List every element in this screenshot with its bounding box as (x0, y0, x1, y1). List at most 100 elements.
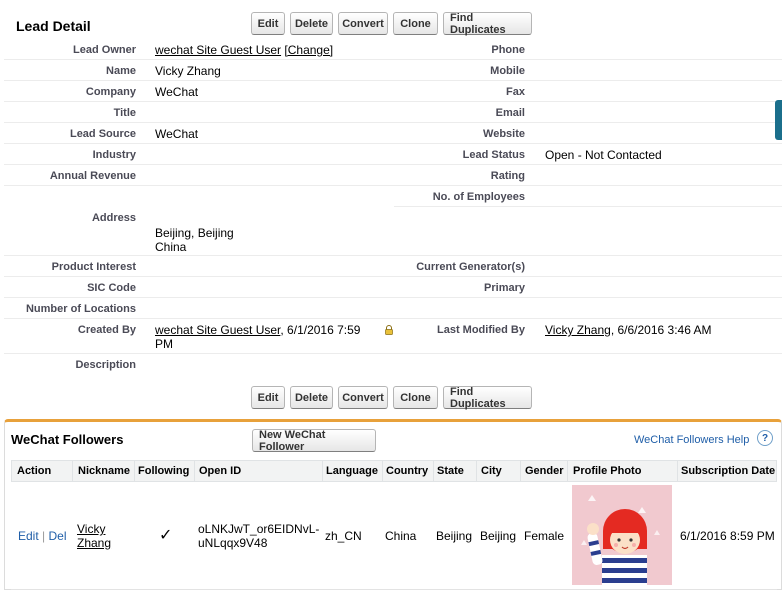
row-title: Title Email (4, 102, 782, 123)
email-label: Email (495, 107, 525, 119)
wechat-followers-title: WeChat Followers (11, 432, 124, 447)
following-checkmark-icon: ✓ (159, 527, 173, 544)
created-by-date-line2: PM (155, 337, 173, 351)
edit-button-bottom[interactable]: Edit (251, 386, 285, 409)
last-modified-value: Vicky Zhang, 6/6/2016 3:46 AM (545, 323, 712, 337)
fax-label: Fax (506, 86, 525, 98)
lead-owner-link[interactable]: wechat Site Guest User (155, 43, 281, 57)
current-generators-label: Current Generator(s) (416, 261, 525, 273)
top-button-row: Edit Delete Convert Clone Find Duplicate… (251, 12, 532, 36)
lead-owner-value: wechat Site Guest User [Change] (155, 43, 333, 57)
help-icon[interactable]: ? (757, 430, 773, 446)
side-panel-tab[interactable] (775, 100, 782, 140)
last-modified-label: Last Modified By (436, 324, 525, 336)
convert-button-bottom[interactable]: Convert (338, 386, 388, 409)
find-duplicates-button[interactable]: Find Duplicates (443, 12, 532, 36)
row-industry: Industry Lead Status Open - Not Contacte… (4, 144, 782, 165)
row-actions: Edit | Del (18, 529, 67, 543)
product-interest-label: Product Interest (51, 261, 136, 273)
nickname-line1[interactable]: Vicky (77, 522, 105, 536)
bottom-button-row: Edit Delete Convert Clone Find Duplicate… (251, 386, 532, 410)
employees-label: No. of Employees (432, 191, 525, 203)
country-cell: China (385, 529, 417, 543)
phone-label: Phone (491, 44, 525, 56)
gender-cell: Female (524, 529, 565, 543)
name-label: Name (106, 65, 136, 77)
profile-photo-avatar[interactable] (572, 485, 672, 585)
clone-button-bottom[interactable]: Clone (393, 386, 438, 409)
annual-revenue-label: Annual Revenue (49, 170, 136, 182)
col-following[interactable]: Following (138, 465, 189, 477)
row-annual-revenue: Annual Revenue Rating (4, 165, 782, 186)
primary-label: Primary (484, 282, 525, 294)
clone-button[interactable]: Clone (393, 12, 438, 35)
created-by-value: wechat Site Guest User, 6/1/2016 7:59 (155, 323, 360, 337)
col-country[interactable]: Country (386, 465, 428, 477)
row-name: Name Vicky Zhang Mobile (4, 60, 782, 81)
col-profile-photo[interactable]: Profile Photo (573, 465, 641, 477)
col-divider (677, 461, 678, 481)
state-cell: Beijing (436, 529, 473, 543)
col-divider (476, 461, 477, 481)
row-product-interest: Product Interest Current Generator(s) (4, 256, 782, 277)
col-subscription-date[interactable]: Subscription Date (681, 465, 775, 477)
row-company: Company WeChat Fax (4, 81, 782, 102)
col-divider (322, 461, 323, 481)
rating-label: Rating (490, 170, 525, 182)
col-divider (194, 461, 195, 481)
col-nickname[interactable]: Nickname (78, 465, 130, 477)
change-owner-link[interactable]: [Change] (284, 43, 333, 57)
nickname-line2[interactable]: Zhang (77, 536, 111, 550)
created-by-date: , 6/1/2016 7:59 (280, 323, 361, 337)
wechat-followers-panel: WeChat Followers New WeChat Follower WeC… (4, 419, 782, 590)
lead-status-value: Open - Not Contacted (545, 148, 662, 162)
col-divider (72, 461, 73, 481)
address-line1: Beijing, Beijing (155, 226, 234, 240)
created-by-user-link[interactable]: wechat Site Guest User (155, 323, 280, 337)
find-duplicates-button-bottom[interactable]: Find Duplicates (443, 386, 532, 410)
row-lead-owner: Lead Owner wechat Site Guest User [Chang… (4, 39, 782, 60)
delete-link[interactable]: Del (49, 529, 67, 543)
company-label: Company (85, 86, 136, 98)
last-modified-date: , 6/6/2016 3:46 AM (610, 323, 712, 337)
row-employees: No. of Employees (394, 186, 782, 207)
row-address: Address Beijing, Beijing China (4, 207, 782, 256)
col-divider (567, 461, 568, 481)
col-divider (520, 461, 521, 481)
col-state[interactable]: State (437, 465, 464, 477)
col-language[interactable]: Language (326, 465, 378, 477)
language-cell: zh_CN (325, 529, 362, 543)
col-action[interactable]: Action (17, 465, 51, 477)
col-open-id[interactable]: Open ID (199, 465, 241, 477)
row-lead-source: Lead Source WeChat Website (4, 123, 782, 144)
number-of-locations-label: Number of Locations (25, 303, 136, 315)
col-divider (134, 461, 135, 481)
title-label: Title (113, 107, 136, 119)
open-id-line2: uNLqqx9V48 (198, 536, 268, 550)
created-by-label: Created By (77, 324, 136, 336)
delete-button-bottom[interactable]: Delete (290, 386, 333, 409)
row-description: Description (4, 354, 782, 376)
col-divider (382, 461, 383, 481)
lead-source-label: Lead Source (69, 128, 136, 140)
delete-button[interactable]: Delete (290, 12, 333, 35)
row-sic-code: SIC Code Primary (4, 277, 782, 298)
subscription-date-cell: 6/1/2016 8:59 PM (680, 529, 775, 543)
convert-button[interactable]: Convert (338, 12, 388, 35)
lock-icon (385, 325, 393, 335)
col-gender[interactable]: Gender (525, 465, 564, 477)
table-header: Action Nickname Following Open ID Langua… (11, 460, 777, 482)
lead-status-label: Lead Status (462, 149, 525, 161)
company-value: WeChat (155, 85, 199, 99)
mobile-label: Mobile (490, 65, 525, 77)
edit-button[interactable]: Edit (251, 12, 285, 35)
new-wechat-follower-button[interactable]: New WeChat Follower (252, 429, 376, 453)
lead-source-value: WeChat (155, 127, 199, 141)
website-label: Website (483, 128, 525, 140)
wechat-followers-help-link[interactable]: WeChat Followers Help (634, 434, 749, 446)
edit-link[interactable]: Edit (18, 529, 39, 543)
description-label: Description (75, 359, 136, 371)
action-separator: | (42, 529, 46, 543)
col-city[interactable]: City (481, 465, 502, 477)
last-modified-user-link[interactable]: Vicky Zhang (545, 323, 611, 337)
